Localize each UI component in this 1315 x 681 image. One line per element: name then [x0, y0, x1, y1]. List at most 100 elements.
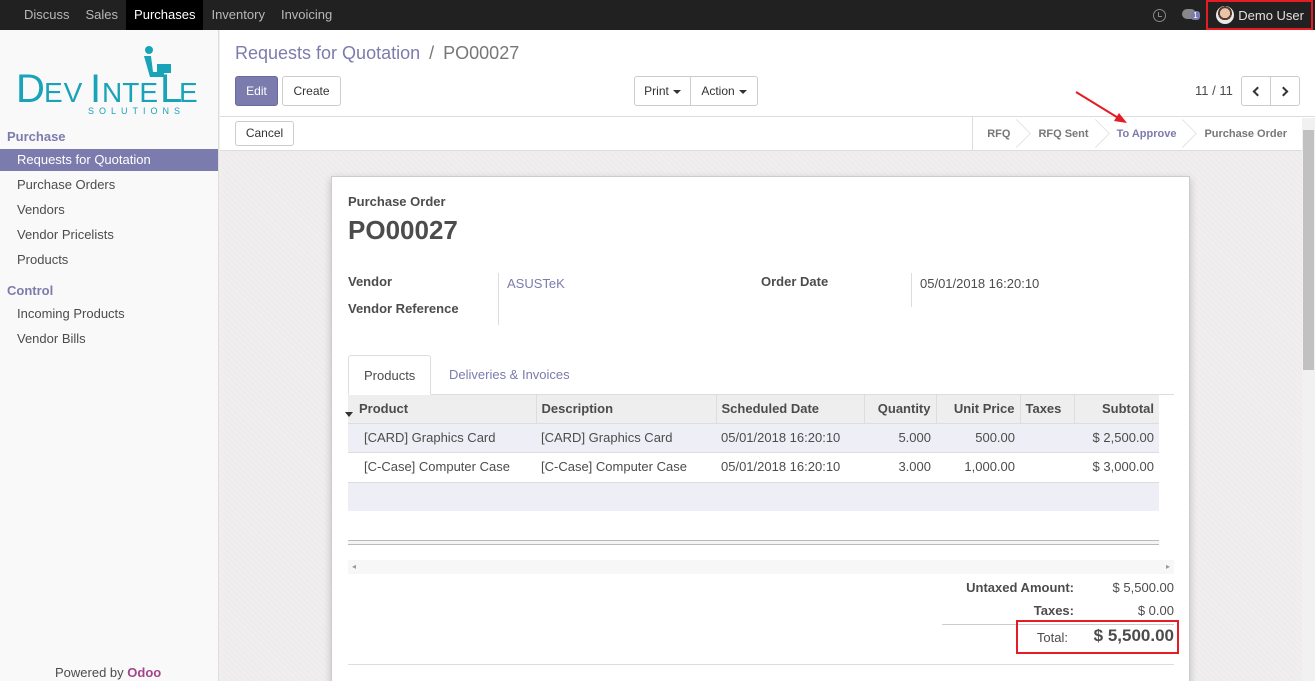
form-sheet: Purchase Order PO00027 Vendor ASUSTeK Ve…: [331, 176, 1190, 681]
cell-taxes: [1020, 451, 1074, 481]
pager-value[interactable]: 11 / 11: [1195, 83, 1233, 98]
caret-down-icon: [672, 89, 681, 94]
untaxed-amount-label: Untaxed Amount:: [966, 580, 1074, 595]
cell-scheduled-date: 05/01/2018 16:20:10: [716, 451, 864, 481]
column-product[interactable]: Product: [345, 395, 537, 423]
sidebar-item-purchase-orders[interactable]: Purchase Orders: [0, 174, 218, 196]
cell-description: [C-Case] Computer Case: [536, 451, 716, 481]
chevron-left-icon: [1252, 86, 1263, 97]
cell-subtotal: $ 3,000.00: [1074, 451, 1159, 481]
table-row[interactable]: [C-Case] Computer Case [C-Case] Computer…: [348, 451, 1159, 481]
control-panel: Requests for Quotation / PO00027 Edit Cr…: [220, 30, 1315, 117]
sort-down-icon: [345, 412, 353, 417]
stage-rfq-sent[interactable]: RFQ Sent: [1024, 117, 1102, 151]
app-menu: Discuss Sales Purchases Inventory Invoic…: [16, 0, 340, 30]
edit-button[interactable]: Edit: [235, 76, 278, 106]
table-row[interactable]: [CARD] Graphics Card [CARD] Graphics Car…: [348, 422, 1159, 452]
chevron-right-icon: [1278, 86, 1289, 97]
scroll-right-icon[interactable]: ▸: [1166, 562, 1170, 571]
cell-scheduled-date: 05/01/2018 16:20:10: [716, 422, 864, 452]
column-quantity[interactable]: Quantity: [864, 395, 937, 423]
cell-product: [CARD] Graphics Card: [348, 422, 536, 452]
messages-chat-icon[interactable]: 1: [1182, 9, 1200, 21]
sidebar-item-vendor-pricelists[interactable]: Vendor Pricelists: [0, 224, 218, 246]
create-button[interactable]: Create: [282, 76, 341, 106]
action-label: Action: [701, 84, 735, 98]
empty-table-row[interactable]: [348, 482, 1159, 511]
column-taxes[interactable]: Taxes: [1020, 395, 1075, 423]
svg-text:EV: EV: [44, 77, 83, 108]
scrollbar-thumb[interactable]: [1303, 130, 1314, 370]
chat-count-badge: 1: [1191, 11, 1200, 20]
print-dropdown[interactable]: Print: [634, 76, 691, 106]
cancel-button[interactable]: Cancel: [235, 121, 294, 146]
field-divider: [498, 273, 499, 325]
column-scheduled-date[interactable]: Scheduled Date: [716, 395, 865, 423]
cell-taxes: [1020, 422, 1074, 452]
total-label: Total:: [1036, 630, 1068, 645]
document-type-label: Purchase Order: [348, 194, 446, 209]
menu-sales[interactable]: Sales: [78, 0, 127, 30]
menu-inventory[interactable]: Inventory: [203, 0, 272, 30]
tab-deliveries-invoices[interactable]: Deliveries & Invoices: [434, 355, 585, 395]
caret-down-icon: [738, 89, 747, 94]
menu-discuss[interactable]: Discuss: [16, 0, 78, 30]
scroll-left-icon[interactable]: ◂: [352, 562, 356, 571]
breadcrumb-separator: /: [429, 43, 435, 63]
pager-next-button[interactable]: [1270, 76, 1300, 106]
breadcrumb-parent[interactable]: Requests for Quotation: [235, 43, 420, 63]
column-subtotal[interactable]: Subtotal: [1074, 395, 1159, 423]
stage-rfq[interactable]: RFQ: [973, 117, 1024, 151]
svg-text:I: I: [90, 67, 101, 111]
cell-description: [CARD] Graphics Card: [536, 422, 716, 452]
vendor-label: Vendor: [348, 274, 393, 289]
sidebar-item-vendor-bills[interactable]: Vendor Bills: [0, 328, 218, 350]
sidebar: D EV I NTE L E SOLUTIONS Purchase Reques…: [0, 30, 219, 681]
sidebar-item-vendors[interactable]: Vendors: [0, 199, 218, 221]
user-avatar: [1216, 6, 1235, 24]
stage-pipeline: RFQ RFQ Sent To Approve Purchase Order: [972, 117, 1301, 151]
vertical-scrollbar[interactable]: [1302, 118, 1315, 681]
breadcrumb-current: PO00027: [443, 43, 520, 63]
action-dropdown[interactable]: Action: [690, 76, 758, 106]
form-content-area: Purchase Order PO00027 Vendor ASUSTeK Ve…: [220, 151, 1302, 681]
untaxed-amount-value: $ 5,500.00: [1112, 580, 1174, 595]
column-description[interactable]: Description: [536, 395, 717, 423]
svg-text:SOLUTIONS: SOLUTIONS: [88, 106, 185, 116]
order-number-title: PO00027: [348, 215, 458, 245]
svg-text:NTE: NTE: [102, 77, 158, 108]
sidebar-item-requests-for-quotation[interactable]: Requests for Quotation: [0, 149, 218, 171]
cell-quantity: 3.000: [864, 451, 936, 481]
sidebar-item-incoming-products[interactable]: Incoming Products: [0, 303, 218, 325]
activity-clock-icon[interactable]: [1153, 8, 1167, 22]
sidebar-item-products[interactable]: Products: [0, 249, 218, 271]
field-divider: [911, 273, 912, 307]
pager-previous-button[interactable]: [1241, 76, 1271, 106]
breadcrumb: Requests for Quotation / PO00027: [235, 43, 519, 64]
notebook-tabs: Products Deliveries & Invoices: [348, 355, 1174, 395]
section-purchase: Purchase: [7, 129, 66, 144]
cell-quantity: 5.000: [864, 422, 936, 452]
menu-purchases[interactable]: Purchases: [126, 0, 204, 30]
powered-by-text: Powered by: [55, 665, 124, 680]
table-footer-divider: [348, 540, 1159, 545]
cell-unit-price: 500.00: [936, 422, 1020, 452]
user-menu[interactable]: Demo User: [1206, 0, 1313, 30]
menu-invoicing[interactable]: Invoicing: [273, 0, 340, 30]
order-lines-table: Product Description Scheduled Date Quant…: [345, 395, 1159, 481]
stage-to-approve[interactable]: To Approve: [1103, 117, 1191, 151]
table-header-row: Product Description Scheduled Date Quant…: [345, 395, 1159, 423]
horizontal-scrollbar[interactable]: ◂ ▸: [348, 560, 1174, 574]
top-navbar: Discuss Sales Purchases Inventory Invoic…: [0, 0, 1315, 30]
vendor-link[interactable]: ASUSTeK: [507, 276, 565, 291]
taxes-value: $ 0.00: [1137, 603, 1174, 618]
devintelle-logo[interactable]: D EV I NTE L E SOLUTIONS: [16, 44, 206, 116]
vendor-reference-label: Vendor Reference: [348, 301, 459, 316]
order-date-value: 05/01/2018 16:20:10: [920, 276, 1040, 291]
tab-products[interactable]: Products: [348, 355, 432, 395]
column-unit-price[interactable]: Unit Price: [936, 395, 1021, 423]
column-product-label: Product: [359, 401, 409, 417]
form-statusbar: Cancel RFQ RFQ Sent To Approve Purchase …: [220, 117, 1315, 151]
stage-purchase-order[interactable]: Purchase Order: [1190, 117, 1301, 151]
odoo-link[interactable]: Odoo: [127, 665, 161, 680]
